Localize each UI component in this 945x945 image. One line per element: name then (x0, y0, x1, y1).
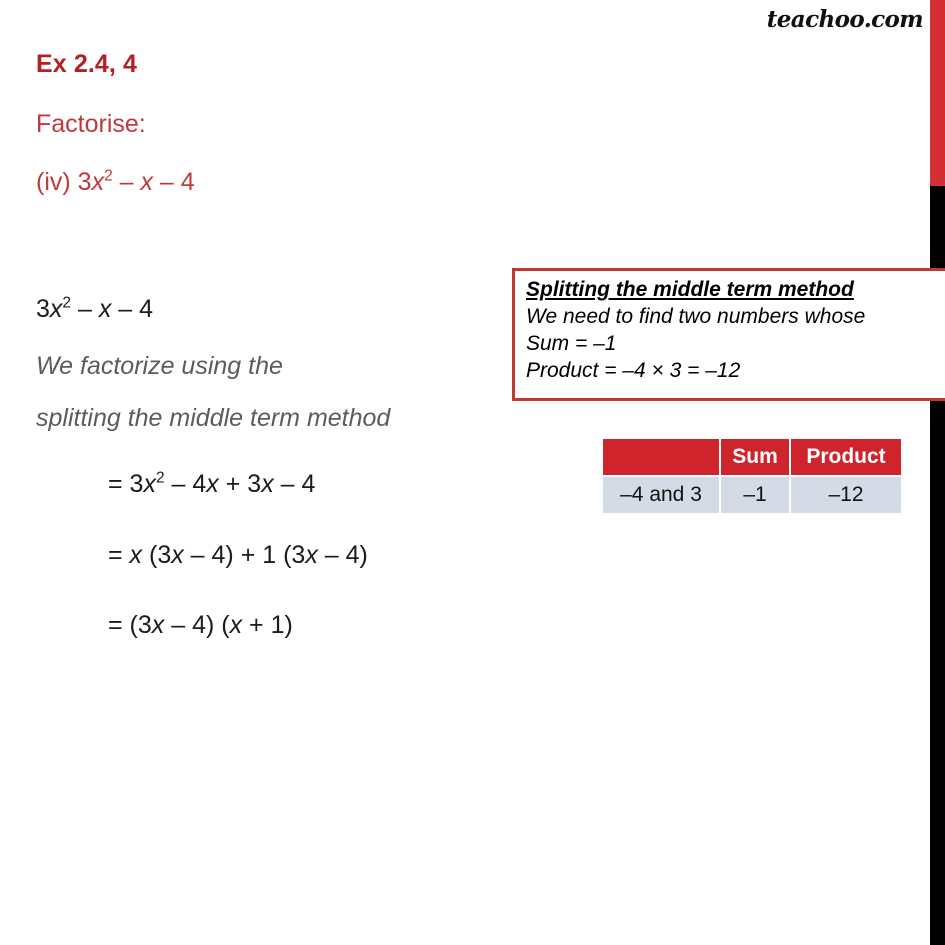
solution-expression-rest: – x – 4 (71, 295, 154, 323)
solution-step-1: = 3x2 – 4x + 3x – 4 (108, 470, 315, 499)
solution-note-line-1: We factorize using the (36, 352, 283, 380)
table-row: –4 and 3 –1 –12 (603, 477, 901, 513)
step-3-var-1: x (151, 611, 165, 639)
solution-note-line-2: splitting the middle term method (36, 404, 391, 432)
table-header-pair (603, 439, 719, 475)
step-2-var-1: x (129, 541, 143, 569)
table-cell-product: –12 (791, 477, 901, 513)
method-callout-title: Splitting the middle term method (526, 278, 854, 301)
step-2-mid-a: (3 (142, 541, 172, 569)
table-body: –4 and 3 –1 –12 (603, 477, 901, 513)
step-2-var-3: x (305, 541, 318, 569)
table-cell-sum: –1 (721, 477, 789, 513)
method-callout-line-2: Sum = –1 (526, 331, 617, 355)
question-part-prefix: (iv) 3 (36, 168, 92, 196)
slide-canvas: teachoo.com Ex 2.4, 4 Factorise: (iv) 3x… (0, 0, 945, 945)
question-part: (iv) 3x2 – x – 4 (36, 168, 195, 197)
method-callout-line-1: We need to find two numbers whose (526, 304, 866, 328)
step-2-tail: – 4) (317, 541, 368, 569)
step-1-var-1: x (143, 470, 156, 498)
solution-expression: 3x2 – x – 4 (36, 295, 153, 324)
solution-expression-prefix: 3 (36, 295, 50, 323)
solution-expression-exponent: 2 (62, 294, 72, 312)
method-callout-box: Splitting the middle term method We need… (512, 268, 945, 401)
step-3-mid: – 4) ( (164, 611, 230, 639)
step-1-lead: = 3 (108, 470, 144, 498)
step-3-lead: = (3 (108, 611, 152, 639)
table-head: Sum Product (603, 439, 901, 475)
table-header-row: Sum Product (603, 439, 901, 475)
solution-step-2: = x (3x – 4) + 1 (3x – 4) (108, 541, 368, 570)
solution-expression-variable: x (49, 295, 63, 323)
edge-bar-red (930, 0, 945, 186)
step-2-lead: = (108, 541, 130, 569)
question-part-exponent: 2 (104, 167, 113, 185)
solution-step-3: = (3x – 4) (x + 1) (108, 611, 293, 640)
step-1-mid-b: + 3 (218, 470, 262, 498)
step-1-var-2: x (206, 470, 219, 498)
step-2-mid-b: – 4) + 1 (3 (183, 541, 306, 569)
method-callout-line-3: Product = –4 × 3 = –12 (526, 358, 741, 382)
table-header-sum: Sum (721, 439, 789, 475)
table-header-product: Product (791, 439, 901, 475)
question-prompt: Factorise: (36, 110, 146, 138)
question-part-variable: x (91, 168, 105, 196)
step-1-tail: – 4 (273, 470, 316, 498)
question-part-rest: – x – 4 (112, 168, 195, 196)
table-cell-pair: –4 and 3 (603, 477, 719, 513)
step-1-var-3: x (261, 470, 274, 498)
step-2-var-2: x (171, 541, 184, 569)
step-3-tail: + 1) (242, 611, 293, 639)
page-title: Ex 2.4, 4 (36, 50, 137, 78)
step-1-exponent: 2 (155, 469, 165, 487)
teachoo-logo: teachoo.com (766, 6, 924, 33)
sum-product-table: Sum Product –4 and 3 –1 –12 (601, 437, 903, 515)
step-3-var-2: x (229, 611, 243, 639)
step-1-mid-a: – 4 (164, 470, 207, 498)
